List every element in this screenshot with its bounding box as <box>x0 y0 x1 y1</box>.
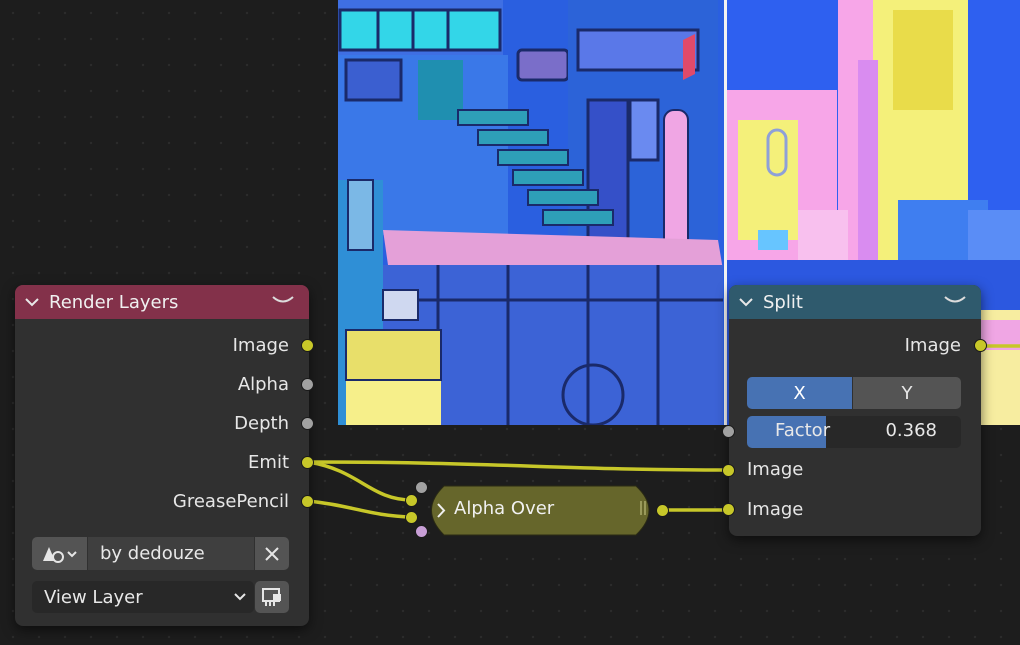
output-emit-socket[interactable] <box>301 456 314 469</box>
axis-y-button[interactable]: Y <box>853 377 961 409</box>
output-alpha-socket[interactable] <box>301 378 314 391</box>
axis-x-label: X <box>793 382 806 404</box>
factor-value: 0.368 <box>885 420 937 441</box>
chevron-down-icon[interactable] <box>25 293 43 311</box>
render-pass-icon <box>262 588 281 606</box>
chevron-right-icon[interactable] <box>436 503 446 518</box>
scene-icon <box>42 546 77 563</box>
split-header[interactable]: Split <box>729 285 981 319</box>
split-input-image-2-label: Image <box>747 499 804 520</box>
output-emit-label: Emit <box>248 452 289 473</box>
output-image-socket[interactable] <box>301 339 314 352</box>
output-depth-label: Depth <box>234 413 289 434</box>
node-title: Render Layers <box>49 291 179 313</box>
view-layer-value: View Layer <box>44 586 143 608</box>
output-alpha-label: Alpha <box>237 374 289 395</box>
scene-selector-button[interactable] <box>32 537 87 570</box>
output-depth-socket[interactable] <box>301 417 314 430</box>
node-title: Alpha Over <box>454 498 555 519</box>
link-emit-to-alpha-over <box>307 460 413 502</box>
output-greasepencil-label: GreasePencil <box>172 491 289 512</box>
alpha-over-input1-socket[interactable] <box>405 494 418 507</box>
chevron-down-icon[interactable] <box>739 293 757 311</box>
alpha-over-node[interactable]: Alpha Over <box>418 485 663 536</box>
output-image-label: Image <box>232 335 289 356</box>
view-layer-dropdown[interactable]: View Layer <box>32 581 254 613</box>
link-emit-to-split-image <box>307 460 730 472</box>
link-greasepencil-to-alpha-over <box>307 499 413 519</box>
split-input-image-1-socket[interactable] <box>722 464 735 477</box>
split-node[interactable]: Split Image X Y Factor 0.368 Image Image <box>729 285 981 536</box>
render-layers-header[interactable]: Render Layers <box>15 285 309 319</box>
render-pass-button[interactable] <box>255 581 289 613</box>
axis-y-label: Y <box>901 382 913 404</box>
close-icon <box>265 546 279 561</box>
collapse-arrow-icon[interactable] <box>271 291 295 310</box>
output-greasepencil-socket[interactable] <box>301 495 314 508</box>
alpha-over-output-socket[interactable] <box>656 504 669 517</box>
axis-x-button[interactable]: X <box>747 377 852 409</box>
chevron-down-icon <box>234 593 246 601</box>
node-title: Split <box>763 291 803 313</box>
alpha-over-fac-socket[interactable] <box>415 481 428 494</box>
alpha-over-input2-socket[interactable] <box>405 511 418 524</box>
collapse-arrow-icon[interactable] <box>943 291 967 310</box>
factor-slider[interactable]: Factor 0.368 <box>747 416 961 448</box>
scene-name-field[interactable]: by dedouze <box>88 537 254 570</box>
drag-handle-icon[interactable] <box>640 501 646 515</box>
scene-name-value: by dedouze <box>100 543 205 564</box>
clear-scene-button[interactable] <box>255 537 289 570</box>
split-factor-socket[interactable] <box>722 425 735 438</box>
factor-label: Factor <box>775 420 831 441</box>
render-layers-node[interactable]: Render Layers Image Alpha Depth Emit Gre… <box>15 285 314 626</box>
split-input-image-2-socket[interactable] <box>722 503 735 516</box>
split-output-image-label: Image <box>904 335 961 356</box>
alpha-over-straight-socket[interactable] <box>415 525 428 538</box>
split-input-image-1-label: Image <box>747 459 804 480</box>
split-output-image-socket[interactable] <box>974 339 987 352</box>
